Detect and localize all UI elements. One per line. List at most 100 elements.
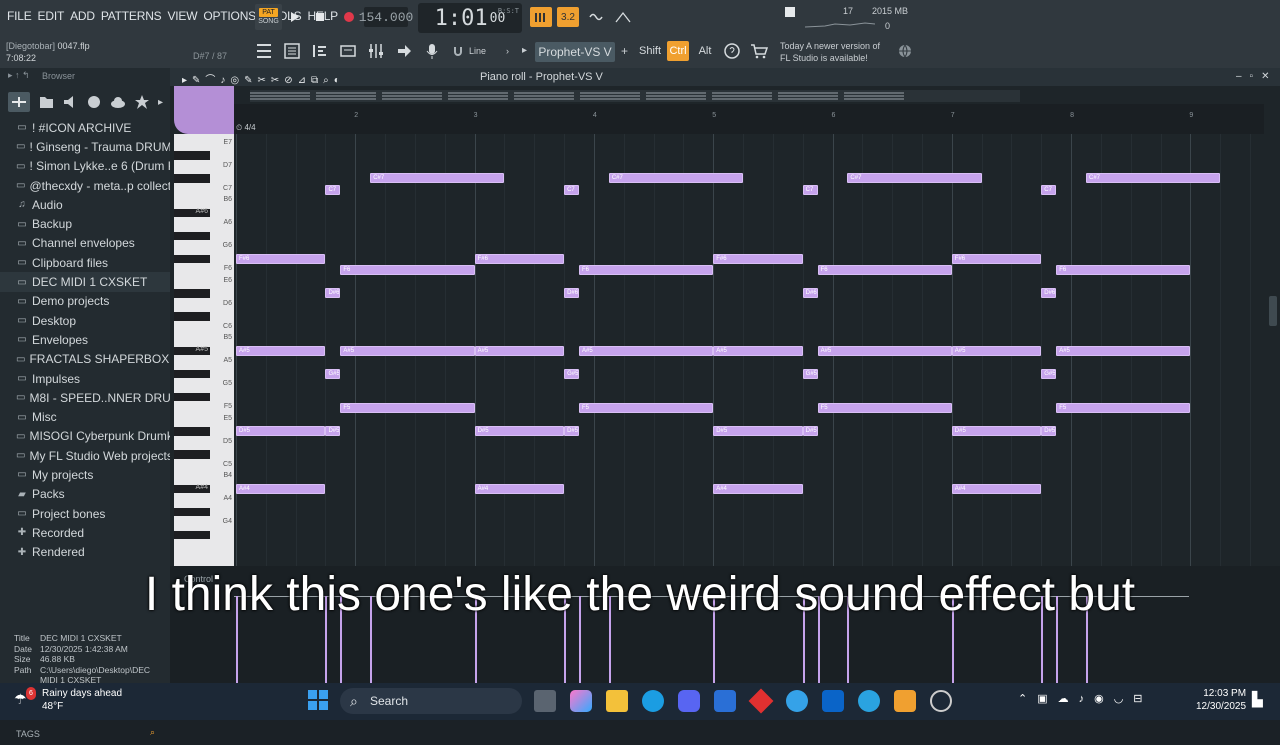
menu-edit[interactable]: EDIT [35, 9, 68, 23]
piano-roll-icon[interactable] [311, 42, 329, 60]
note-block[interactable]: A#5 [1056, 345, 1191, 356]
windows-start-icon[interactable] [308, 690, 328, 715]
browser-item[interactable]: ✚ Recorded [0, 523, 170, 542]
note-block[interactable]: C7 [325, 184, 341, 195]
note-block[interactable]: G#5 [802, 368, 818, 379]
metronome-toggle[interactable] [530, 7, 552, 27]
menu-patterns[interactable]: PATTERNS [98, 9, 165, 23]
channel-rack-icon[interactable] [283, 42, 301, 60]
browser-item[interactable]: ▭ Desktop [0, 311, 170, 330]
store-icon[interactable] [714, 690, 736, 712]
timeline-ruler[interactable]: 2 3 4 5 6 7 8 9 [234, 104, 1264, 134]
note-block[interactable]: G#5 [325, 368, 341, 379]
note-block[interactable]: C#7 [847, 173, 982, 183]
edge-icon[interactable] [642, 690, 664, 712]
note-block[interactable]: F6 [578, 265, 714, 275]
browser-item[interactable]: ▭! Simon Lykke..e 6 (Drum Kit) [0, 157, 170, 176]
note-block[interactable]: F6 [1056, 265, 1191, 275]
weather-widget[interactable]: ☂ 6 Rainy days ahead 48°F [14, 687, 122, 713]
all-files-icon[interactable] [8, 92, 30, 112]
scroll-thumb[interactable] [1269, 296, 1277, 326]
menu-file[interactable]: FILE [4, 9, 35, 23]
fl-studio-icon[interactable] [894, 690, 916, 712]
black-key[interactable] [174, 231, 210, 240]
note-block[interactable]: D#6 [802, 288, 818, 298]
browser-item[interactable]: ▭ Project bones [0, 504, 170, 523]
note-block[interactable]: C7 [802, 184, 818, 195]
note-block[interactable]: F5 [340, 403, 475, 413]
plugin-selector[interactable]: Prophet-VS V [535, 42, 615, 62]
browser-item[interactable]: ▭ FRACTALS SHAPERBOX 3 [0, 350, 170, 369]
browser-item[interactable]: ▰ Packs [0, 485, 170, 504]
note-block[interactable]: F6 [340, 265, 475, 275]
note-block[interactable]: F6 [817, 265, 952, 275]
note-block[interactable]: D#5 [1041, 426, 1057, 436]
note-block[interactable]: F#6 [474, 253, 565, 264]
menu-add[interactable]: ADD [67, 9, 98, 23]
chevron-right-icon[interactable]: ▸ [158, 97, 163, 108]
note-block[interactable]: F5 [1056, 403, 1191, 413]
outlook-icon[interactable] [822, 690, 844, 712]
note-block[interactable]: C#7 [608, 173, 744, 183]
tag-search-icon[interactable]: ⌕ [150, 727, 155, 738]
note-grid[interactable]: C#7 C7 C#7 C7 C#7 C7 C#7 C7 F#6 F#6 F#6 F#6 F6 F6 F6 F6… [234, 134, 1264, 566]
vertical-scrollbar[interactable] [1266, 86, 1280, 566]
plugin-picker-icon[interactable] [367, 42, 385, 60]
system-tray-icons[interactable]: ⌃▣☁♪◉◡⊟ [1018, 692, 1153, 705]
note-block[interactable]: A#5 [951, 345, 1042, 356]
note-block[interactable]: F#6 [951, 253, 1042, 264]
piano-roll-tools-icons[interactable]: ▸✎⌒♪◎✎✂✂⊘⊿⧉⌕◐ [182, 71, 345, 86]
browser-item[interactable]: ▭ Backup [0, 214, 170, 233]
note-block[interactable]: D#5 [564, 426, 579, 436]
note-block[interactable]: F5 [817, 403, 952, 413]
waveform-toggle[interactable] [612, 7, 634, 27]
speaker-icon[interactable] [62, 94, 78, 110]
browser-item[interactable]: ▭ My projects [0, 465, 170, 484]
browser-item[interactable]: ▭ DEC MIDI 1 CXSKET [0, 272, 170, 292]
plugin-icon[interactable] [86, 94, 102, 110]
browser-item[interactable]: ▭ Misc [0, 407, 170, 426]
globe-icon[interactable] [897, 43, 913, 64]
browser-item[interactable]: ▭ Impulses [0, 369, 170, 388]
chrome-icon[interactable] [786, 690, 808, 712]
browser-item[interactable]: ▭ Channel envelopes [0, 234, 170, 253]
copilot-icon[interactable] [570, 690, 592, 712]
alt-toggle[interactable]: Alt [694, 41, 716, 61]
note-block[interactable]: A#5 [474, 345, 565, 356]
task-view-icon[interactable] [534, 690, 556, 712]
note-block[interactable]: C#7 [370, 173, 505, 183]
browser-item[interactable]: ▭M8I - SPEED..NNER DRUMKIT [0, 388, 170, 407]
browser-item[interactable]: ▭! Ginseng - Trauma DRUMKIT [0, 137, 170, 156]
stop-button[interactable] [312, 8, 328, 26]
note-block[interactable]: D#5 [802, 426, 818, 436]
note-block[interactable]: A#5 [578, 345, 714, 356]
black-key[interactable] [174, 450, 210, 459]
black-key[interactable] [174, 312, 210, 321]
piano-keyboard[interactable]: F7E7D7C7B6A#6A6G6F6E6D6C6B5A#5A5G5F5E5D5… [174, 134, 234, 566]
playlist-icon[interactable] [255, 42, 273, 60]
browser-item[interactable]: ▭ Demo projects [0, 292, 170, 311]
pat-song-toggle[interactable]: PAT SONG [255, 4, 282, 30]
red-app-icon[interactable] [748, 688, 774, 714]
note-block[interactable]: F5 [578, 403, 714, 413]
time-display[interactable]: 1:01 00 B:S:T [418, 3, 522, 33]
ctrl-toggle[interactable]: Ctrl [667, 41, 689, 61]
update-hint[interactable]: Today A newer version of FL Studio is av… [780, 40, 880, 64]
notification-icon[interactable]: ▙ [1252, 691, 1263, 708]
taskbar-clock[interactable]: 12:03 PM 12/30/2025 [1196, 687, 1246, 713]
note-block[interactable]: D#6 [325, 288, 341, 298]
browser-item[interactable]: ▭ My FL Studio Web projects [0, 446, 170, 465]
menu-options[interactable]: OPTIONS [200, 9, 259, 23]
black-key[interactable] [174, 254, 210, 263]
add-plugin-icon[interactable]: + [621, 44, 628, 58]
note-block[interactable]: D#5 [236, 426, 326, 436]
discord-icon[interactable] [678, 690, 700, 712]
microphone-icon[interactable] [423, 42, 441, 60]
note-block[interactable]: G#5 [564, 368, 579, 379]
black-key[interactable] [174, 289, 210, 298]
note-block[interactable]: A#4 [474, 483, 565, 494]
note-block[interactable]: F#6 [236, 253, 326, 264]
record-button[interactable] [340, 8, 358, 26]
taskbar-search[interactable]: ⌕ Search [340, 688, 522, 714]
note-block[interactable]: A#5 [236, 345, 326, 356]
